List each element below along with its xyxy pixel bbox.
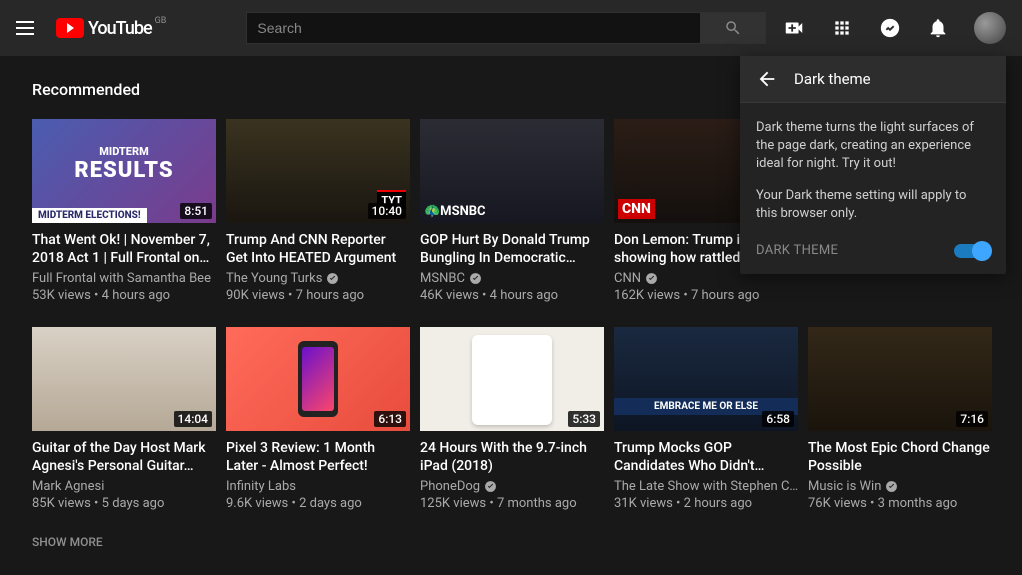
avatar[interactable] (974, 12, 1006, 44)
video-duration: 6:58 (762, 411, 794, 427)
video-card[interactable]: 🦚MSNBC GOP Hurt By Donald Trump Bungling… (420, 119, 604, 303)
create-button[interactable] (782, 16, 806, 40)
video-meta: 76K views • 3 months ago (808, 496, 992, 511)
panel-body: Dark theme turns the light surfaces of t… (740, 103, 1006, 274)
video-meta: 85K views • 5 days ago (32, 496, 216, 511)
verified-icon (326, 272, 339, 285)
video-card[interactable]: 5:33 24 Hours With the 9.7-inch iPad (20… (420, 327, 604, 511)
channel-name[interactable]: The Young Turks (226, 271, 410, 286)
video-card[interactable]: 14:04 Guitar of the Day Host Mark Agnesi… (32, 327, 216, 511)
video-meta: 162K views • 7 hours ago (614, 288, 798, 303)
video-thumbnail[interactable]: MIDTERMMIDTERM RESULTSRESULTS MIDTERM EL… (32, 119, 216, 223)
video-meta: 46K views • 4 hours ago (420, 288, 604, 303)
video-card[interactable]: EMBRACE ME OR ELSE 6:58 Trump Mocks GOP … (614, 327, 798, 511)
video-title[interactable]: Trump And CNN Reporter Get Into HEATED A… (226, 231, 410, 267)
back-button[interactable] (756, 68, 778, 90)
verified-icon (469, 272, 482, 285)
search-icon (724, 19, 742, 37)
video-row: 14:04 Guitar of the Day Host Mark Agnesi… (32, 327, 990, 511)
channel-name[interactable]: Music is Win (808, 479, 992, 494)
bell-icon (927, 17, 949, 39)
channel-name[interactable]: Mark Agnesi (32, 479, 216, 494)
video-meta: 53K views • 4 hours ago (32, 288, 216, 303)
notifications-button[interactable] (926, 16, 950, 40)
video-card[interactable]: 6:13 Pixel 3 Review: 1 Month Later - Alm… (226, 327, 410, 511)
search-input[interactable] (246, 12, 701, 44)
video-card[interactable]: TYT 10:40 Trump And CNN Reporter Get Int… (226, 119, 410, 303)
video-card[interactable]: 7:16 The Most Epic Chord Change Possible… (808, 327, 992, 511)
dark-theme-toggle[interactable] (954, 244, 990, 258)
video-duration: 10:40 (368, 203, 406, 219)
show-more-button[interactable]: SHOW MORE (32, 535, 990, 549)
dark-theme-toggle-row: DARK THEME (756, 243, 990, 258)
video-title[interactable]: GOP Hurt By Donald Trump Bungling In Dem… (420, 231, 604, 267)
overlay-text: 🦚MSNBC (424, 204, 486, 219)
verified-icon (645, 272, 658, 285)
channel-name[interactable]: Infinity Labs (226, 479, 410, 494)
video-thumbnail[interactable]: 5:33 (420, 327, 604, 431)
video-duration: 14:04 (174, 411, 212, 427)
video-meta: 31K views • 2 hours ago (614, 496, 798, 511)
video-title[interactable]: That Went Ok! | November 7, 2018 Act 1 |… (32, 231, 216, 267)
channel-name[interactable]: MSNBC (420, 271, 604, 286)
video-meta: 9.6K views • 2 days ago (226, 496, 410, 511)
video-card[interactable]: MIDTERMMIDTERM RESULTSRESULTS MIDTERM EL… (32, 119, 216, 303)
messages-button[interactable] (878, 16, 902, 40)
video-duration: 8:51 (180, 203, 212, 219)
channel-name[interactable]: The Late Show with Stephen C… (614, 479, 798, 494)
video-thumbnail[interactable]: 6:13 (226, 327, 410, 431)
video-duration: 7:16 (956, 411, 988, 427)
video-thumbnail[interactable]: 🦚MSNBC (420, 119, 604, 223)
video-duration: 6:13 (374, 411, 406, 427)
panel-note: Your Dark theme setting will apply to th… (756, 187, 990, 223)
dark-theme-panel: Dark theme Dark theme turns the light su… (740, 56, 1006, 274)
video-meta: 125K views • 7 months ago (420, 496, 604, 511)
apps-button[interactable] (830, 16, 854, 40)
video-thumbnail[interactable]: TYT 10:40 (226, 119, 410, 223)
video-title[interactable]: 24 Hours With the 9.7-inch iPad (2018) (420, 439, 604, 475)
search-form (246, 12, 766, 44)
panel-title: Dark theme (794, 70, 871, 88)
video-title[interactable]: Trump Mocks GOP Candidates Who Didn't… (614, 439, 798, 475)
overlay-banner: MIDTERM ELECTIONS! (32, 208, 147, 223)
search-button[interactable] (701, 12, 766, 44)
panel-description: Dark theme turns the light surfaces of t… (756, 119, 990, 173)
video-thumbnail[interactable]: 14:04 (32, 327, 216, 431)
apps-grid-icon (832, 18, 852, 38)
header-actions (782, 12, 1006, 44)
overlay-text: MIDTERMMIDTERM RESULTSRESULTS (32, 145, 216, 183)
arrow-left-icon (756, 68, 778, 90)
verified-icon (484, 480, 497, 493)
menu-button[interactable] (16, 16, 40, 40)
video-thumbnail[interactable]: EMBRACE ME OR ELSE 6:58 (614, 327, 798, 431)
video-title[interactable]: Pixel 3 Review: 1 Month Later - Almost P… (226, 439, 410, 475)
overlay-text: CNN (618, 199, 655, 219)
play-icon (56, 18, 84, 38)
channel-name[interactable]: PhoneDog (420, 479, 604, 494)
video-thumbnail[interactable]: 7:16 (808, 327, 992, 431)
toggle-label: DARK THEME (756, 243, 838, 258)
youtube-logo[interactable]: YouTube GB (56, 18, 166, 39)
video-meta: 90K views • 7 hours ago (226, 288, 410, 303)
header: YouTube GB (0, 0, 1022, 56)
video-duration: 5:33 (568, 411, 600, 427)
video-title[interactable]: The Most Epic Chord Change Possible (808, 439, 992, 475)
video-title[interactable]: Guitar of the Day Host Mark Agnesi's Per… (32, 439, 216, 475)
video-plus-icon (783, 17, 805, 39)
channel-name[interactable]: Full Frontal with Samantha Bee (32, 271, 216, 286)
panel-header: Dark theme (740, 56, 1006, 103)
logo-region: GB (155, 16, 167, 26)
verified-icon (885, 480, 898, 493)
chat-icon (879, 17, 901, 39)
logo-text: YouTube (88, 18, 152, 39)
